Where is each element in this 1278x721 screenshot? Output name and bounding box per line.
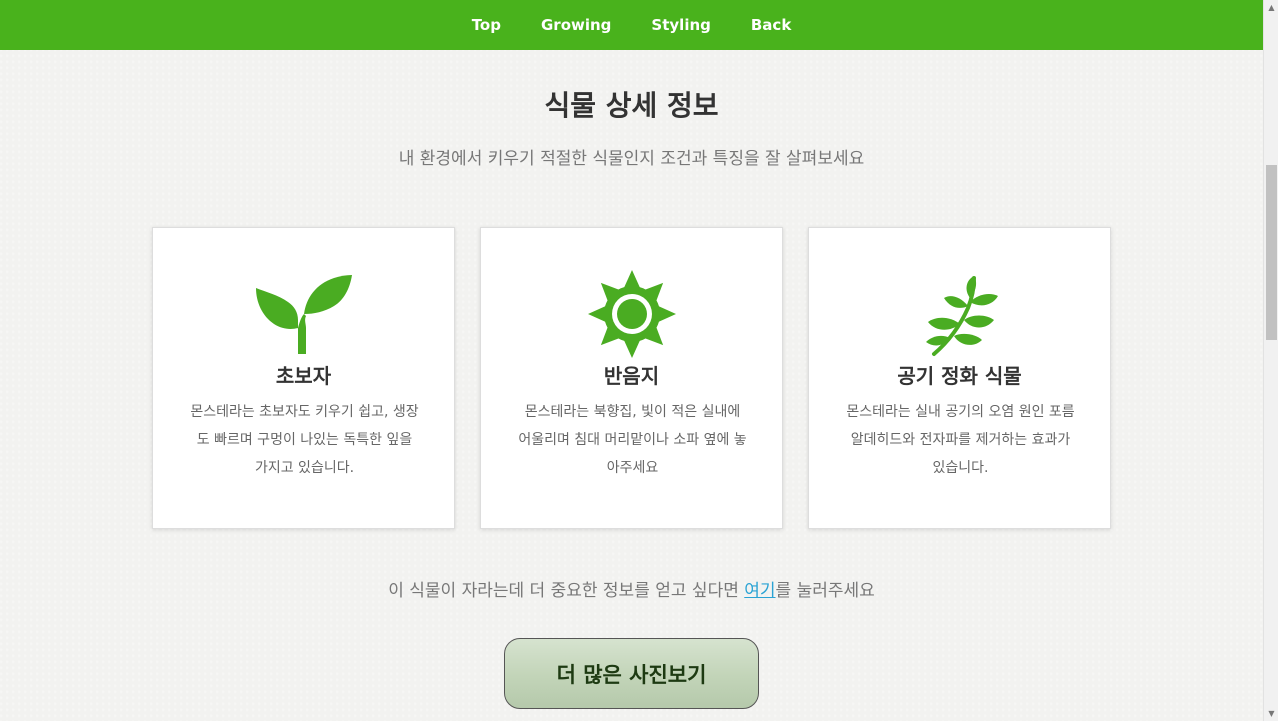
card-air-purifying: 공기 정화 식물 몬스테라는 실내 공기의 오염 원인 포름 알데히드와 전자파…	[808, 227, 1111, 529]
more-info-text: 이 식물이 자라는데 더 중요한 정보를 얻고 싶다면 여기를 눌러주세요	[388, 581, 875, 601]
section-subtitle: 내 환경에서 키우기 적절한 식물인지 조건과 특징을 잘 살펴보세요	[398, 149, 865, 169]
vertical-scrollbar[interactable]: ▲ ▼	[1263, 0, 1278, 721]
more-info-link[interactable]: 여기	[744, 581, 775, 601]
page: Top Growing Styling Back 식물 상세 정보 내 환경에서…	[0, 0, 1263, 721]
card-description: 몬스테라는 북향집, 빛이 적은 실내에 어울리며 침대 머리맡이나 소파 옆에…	[518, 404, 747, 476]
more-photos-button[interactable]: 더 많은 사진보기	[504, 638, 759, 709]
scroll-up-icon[interactable]: ▲	[1264, 0, 1278, 15]
card-semi-shade: 반음지 몬스테라는 북향집, 빛이 적은 실내에 어울리며 침대 머리맡이나 소…	[480, 227, 783, 529]
card-description: 몬스테라는 초보자도 키우기 쉽고, 생장 도 빠르며 구멍이 나있는 독특한 …	[190, 404, 419, 476]
top-navbar: Top Growing Styling Back	[0, 0, 1263, 50]
nav-link-styling[interactable]: Styling	[651, 16, 710, 34]
scroll-down-icon[interactable]: ▼	[1264, 706, 1278, 721]
sprout-icon	[153, 268, 454, 363]
sun-icon	[481, 268, 782, 363]
card-title: 공기 정화 식물	[897, 364, 1022, 388]
card-beginner: 초보자 몬스테라는 초보자도 키우기 쉽고, 생장 도 빠르며 구멍이 나있는 …	[152, 227, 455, 529]
scrollbar-thumb[interactable]	[1266, 165, 1277, 340]
nav-link-back[interactable]: Back	[751, 16, 791, 34]
nav-link-growing[interactable]: Growing	[541, 16, 611, 34]
section-title: 식물 상세 정보	[544, 89, 719, 122]
card-title: 초보자	[275, 364, 332, 388]
nav-link-top[interactable]: Top	[472, 16, 501, 34]
card-description: 몬스테라는 실내 공기의 오염 원인 포름 알데히드와 전자파를 제거하는 효과…	[846, 404, 1075, 476]
card-title: 반음지	[603, 364, 660, 388]
leaf-branch-icon	[809, 268, 1110, 363]
